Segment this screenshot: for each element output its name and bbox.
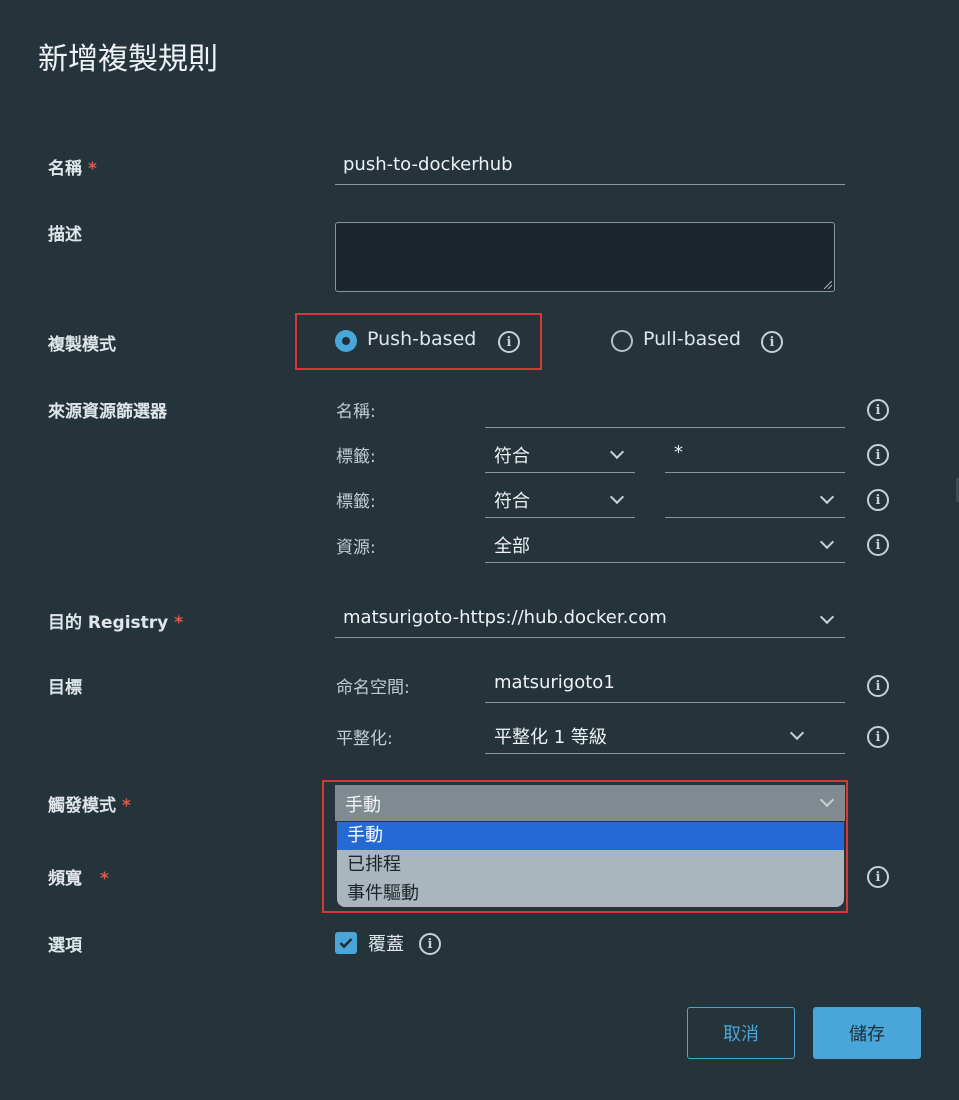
pull-based-radio[interactable] xyxy=(611,330,633,352)
namespace-label: 命名空間: xyxy=(336,678,410,698)
filter-resource-value: 全部 xyxy=(494,536,530,557)
bandwidth-info-icon[interactable]: i xyxy=(867,866,889,888)
filter-label-select[interactable] xyxy=(665,481,845,518)
required-mark: * xyxy=(100,869,109,889)
description-textarea[interactable] xyxy=(335,222,835,292)
destination-registry-value: matsurigoto-https://hub.docker.com xyxy=(343,607,667,628)
bandwidth-label: 頻寬 * xyxy=(48,864,109,889)
override-checkbox[interactable] xyxy=(335,932,357,954)
filter-tag-match-select[interactable]: 符合 xyxy=(485,436,635,473)
name-input-value: push-to-dockerhub xyxy=(343,154,513,175)
destination-registry-select[interactable]: matsurigoto-https://hub.docker.com xyxy=(335,601,845,638)
checkmark-icon xyxy=(339,938,353,949)
filter-tag-label: 標籤: xyxy=(336,447,376,467)
description-label: 描述 xyxy=(48,225,82,245)
filter-tag-value: * xyxy=(674,442,683,463)
filter-resource-label: 資源: xyxy=(336,538,376,558)
required-mark: * xyxy=(88,159,97,179)
filter-resource-select[interactable]: 全部 xyxy=(485,526,845,563)
filter-name-input[interactable] xyxy=(485,392,845,428)
name-input[interactable]: push-to-dockerhub xyxy=(335,148,845,185)
pull-based-info-icon[interactable]: i xyxy=(761,331,783,353)
push-based-radio[interactable] xyxy=(335,330,357,352)
dialog-title: 新增複製規則 xyxy=(38,42,218,77)
trigger-mode-label-text: 觸發模式 xyxy=(48,796,116,816)
flatten-value: 平整化 1 等級 xyxy=(494,727,607,748)
filter-label-label: 標籤: xyxy=(336,492,376,512)
namespace-input[interactable]: matsurigoto1 xyxy=(485,666,845,703)
override-info-icon[interactable]: i xyxy=(419,933,441,955)
chevron-down-icon xyxy=(819,534,835,550)
chevron-down-icon xyxy=(789,725,805,741)
required-mark: * xyxy=(174,613,184,633)
flatten-info-icon[interactable]: i xyxy=(867,726,889,748)
filter-label-match-select[interactable]: 符合 xyxy=(485,481,635,518)
namespace-value: matsurigoto1 xyxy=(494,672,615,693)
options-label: 選項 xyxy=(48,936,82,956)
chevron-down-icon xyxy=(819,489,835,505)
filter-tag-input[interactable]: * xyxy=(665,436,845,473)
name-label-text: 名稱 xyxy=(48,159,82,179)
filter-name-info-icon[interactable]: i xyxy=(867,399,889,421)
filter-tag-match-value: 符合 xyxy=(494,446,530,467)
push-based-label[interactable]: Push-based xyxy=(367,328,476,350)
filter-resource-info-icon[interactable]: i xyxy=(867,534,889,556)
override-label[interactable]: 覆蓋 xyxy=(368,930,404,956)
trigger-mode-label: 觸發模式 * xyxy=(48,791,131,816)
cancel-button[interactable]: 取消 xyxy=(687,1007,795,1059)
bandwidth-label-text: 頻寬 xyxy=(48,869,82,889)
destination-label: 目標 xyxy=(48,678,82,698)
resize-grip-icon[interactable] xyxy=(824,281,832,289)
pull-based-label[interactable]: Pull-based xyxy=(643,328,741,350)
filter-label-info-icon[interactable]: i xyxy=(867,489,889,511)
push-based-info-icon[interactable]: i xyxy=(498,331,520,353)
required-mark: * xyxy=(122,796,131,816)
flatten-select[interactable]: 平整化 1 等級 xyxy=(485,717,845,754)
source-filter-label: 來源資源篩選器 xyxy=(48,402,167,422)
replication-mode-label: 複製模式 xyxy=(48,335,116,355)
filter-name-label: 名稱: xyxy=(336,402,376,422)
flatten-label: 平整化: xyxy=(336,729,393,749)
chevron-down-icon xyxy=(609,444,625,460)
namespace-info-icon[interactable]: i xyxy=(867,675,889,697)
name-label: 名稱 * xyxy=(48,154,97,179)
save-button[interactable]: 儲存 xyxy=(813,1007,921,1059)
chevron-down-icon xyxy=(819,609,835,625)
chevron-down-icon xyxy=(609,489,625,505)
destination-registry-label-text: 目的 Registry xyxy=(48,613,169,633)
highlight-box-trigger-mode xyxy=(322,780,848,913)
destination-registry-label: 目的 Registry * xyxy=(48,608,183,633)
filter-tag-info-icon[interactable]: i xyxy=(867,444,889,466)
filter-label-match-value: 符合 xyxy=(494,491,530,512)
